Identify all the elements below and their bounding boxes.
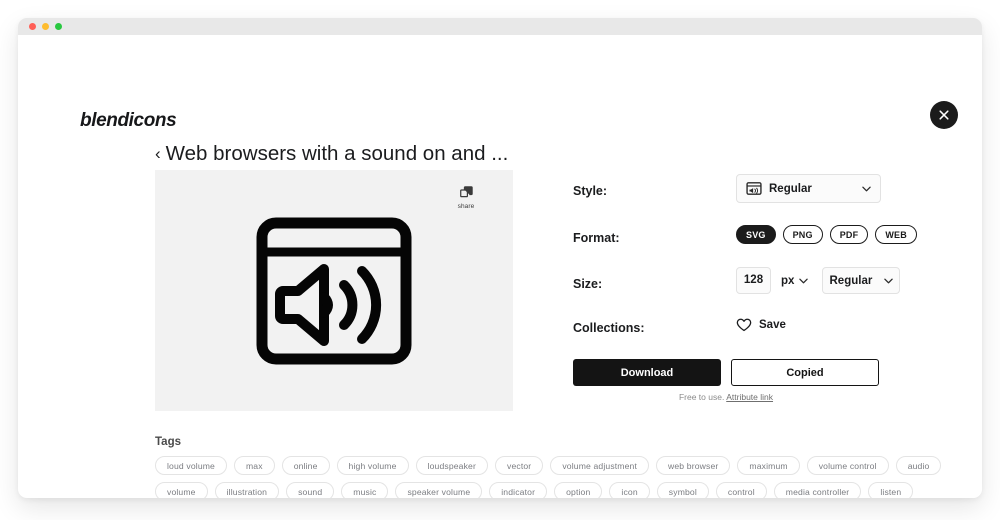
- tag-chip[interactable]: online: [281, 456, 330, 475]
- tag-chip[interactable]: illustration: [214, 482, 280, 498]
- traffic-light-minimize-icon[interactable]: [42, 23, 49, 30]
- tag-chip[interactable]: control: [715, 482, 767, 498]
- chevron-down-icon: [862, 186, 871, 191]
- close-icon: [939, 110, 949, 120]
- window-title-bar: [18, 18, 982, 35]
- tag-chip[interactable]: high volume: [336, 456, 409, 475]
- tag-chip[interactable]: indicator: [489, 482, 548, 498]
- style-select[interactable]: Regular: [736, 174, 881, 203]
- traffic-light-zoom-icon[interactable]: [55, 23, 62, 30]
- icon-detail-modal: blendicons ‹ Web browsers with a sound on…: [36, 53, 982, 498]
- format-option-pdf[interactable]: PDF: [829, 225, 869, 244]
- attribute-link[interactable]: Attribute link: [726, 392, 773, 402]
- size-unit-select[interactable]: px: [781, 274, 809, 287]
- back-chevron-icon[interactable]: ‹: [155, 144, 161, 164]
- icon-preview-panel: share: [155, 170, 513, 411]
- copy-button[interactable]: Copied: [731, 359, 879, 386]
- tag-chip[interactable]: loudspeaker: [415, 456, 489, 475]
- tag-chip[interactable]: web browser: [656, 456, 731, 475]
- format-option-web[interactable]: WEB: [875, 225, 917, 244]
- tag-chip[interactable]: max: [234, 456, 275, 475]
- save-label: Save: [759, 319, 786, 331]
- share-icon: [459, 186, 473, 198]
- format-option-svg[interactable]: SVG: [736, 225, 776, 244]
- format-label: Format:: [573, 231, 620, 245]
- size-density-value: Regular: [829, 274, 873, 287]
- format-option-group: SVG PNG PDF WEB: [736, 225, 917, 244]
- size-control-group: 128 px Regular: [736, 267, 901, 294]
- license-text: Free to use.: [678, 392, 725, 402]
- tag-chip[interactable]: volume control: [806, 456, 889, 475]
- tag-chip[interactable]: listen: [868, 482, 914, 498]
- tag-chip[interactable]: option: [554, 482, 603, 498]
- tag-chip[interactable]: volume: [155, 482, 208, 498]
- chevron-down-icon: [884, 278, 894, 283]
- style-select-value: Regular: [769, 182, 812, 195]
- page-title-text: Web browsers with a sound on and ...: [165, 142, 509, 165]
- style-label: Style:: [573, 184, 608, 198]
- tag-chip[interactable]: vector: [495, 456, 544, 475]
- size-density-select[interactable]: Regular: [822, 267, 901, 294]
- tag-chip[interactable]: media controller: [773, 482, 862, 498]
- browser-window: blendicons ‹ Web browsers with a sound on…: [18, 18, 982, 498]
- tag-chip[interactable]: sound: [286, 482, 335, 498]
- tag-chip[interactable]: speaker volume: [395, 482, 483, 498]
- share-label: share: [457, 203, 475, 210]
- license-note: Free to use. Attribute link: [573, 392, 879, 402]
- share-button[interactable]: share: [449, 186, 483, 210]
- tag-chip[interactable]: volume adjustment: [550, 456, 650, 475]
- size-label: Size:: [573, 277, 603, 291]
- close-button[interactable]: [930, 101, 958, 129]
- page-title: ‹ Web browsers with a sound on and ...: [155, 142, 508, 166]
- size-input[interactable]: 128: [736, 267, 771, 294]
- download-button[interactable]: Download: [573, 359, 721, 386]
- collections-label: Collections:: [573, 321, 645, 335]
- tag-chip[interactable]: symbol: [656, 482, 709, 498]
- tags-heading: Tags: [155, 436, 181, 448]
- brand-logo[interactable]: blendicons: [80, 110, 177, 132]
- tags-container: loud volume max online high volume loudspeak…: [155, 456, 975, 498]
- tag-chip[interactable]: loud volume: [155, 456, 227, 475]
- browser-window-with-speaker-icon: [256, 217, 412, 364]
- format-option-png[interactable]: PNG: [782, 225, 823, 244]
- heart-icon: [736, 318, 752, 332]
- browser-speaker-mini-icon: [746, 182, 762, 195]
- tag-chip[interactable]: audio: [895, 456, 942, 475]
- save-to-collection-button[interactable]: Save: [736, 318, 786, 332]
- tag-chip[interactable]: icon: [609, 482, 650, 498]
- size-unit-value: px: [781, 274, 795, 287]
- tag-chip[interactable]: music: [341, 482, 389, 498]
- chevron-down-icon: [799, 278, 809, 283]
- traffic-light-close-icon[interactable]: [29, 23, 36, 30]
- tag-chip[interactable]: maximum: [737, 456, 800, 475]
